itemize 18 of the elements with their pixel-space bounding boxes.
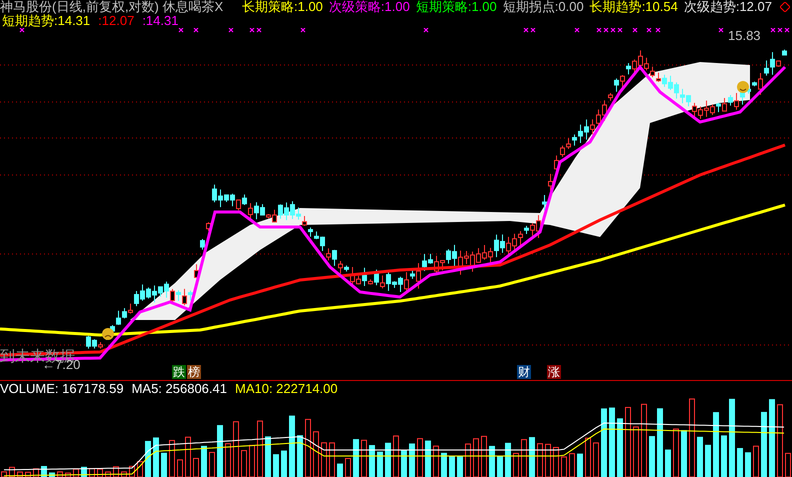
trend-reading: 短期趋势:14.31 bbox=[2, 14, 90, 28]
indicator-reading: 长期策略:1.00 bbox=[242, 0, 323, 14]
volume-reading: MA5: 256806.41 bbox=[132, 382, 227, 396]
badge: 跌 bbox=[172, 365, 186, 379]
indicator-reading: 次级策略:1.00 bbox=[328, 0, 410, 14]
trend-reading: :14.31 bbox=[142, 14, 178, 28]
volume-reading: VOLUME: 167178.59 bbox=[0, 382, 124, 396]
indicator-reading: 短期拐点:0.00 bbox=[502, 0, 584, 14]
price-label: 15.83 bbox=[728, 29, 761, 43]
trend-reading: :12.07 bbox=[98, 14, 134, 28]
badge: 榜 bbox=[187, 365, 201, 379]
indicator-reading: 短期策略:1.00 bbox=[416, 0, 497, 14]
volume-reading: MA10: 222714.00 bbox=[234, 382, 338, 396]
stock-title: 神马股份(日线,前复权,对数) 休息喝茶X bbox=[0, 0, 224, 14]
badge: 财 bbox=[517, 365, 531, 379]
indicator-reading: 次级趋势:12.07 bbox=[684, 0, 772, 14]
badge: 涨 bbox=[547, 365, 561, 379]
indicator-reading: 长期趋势:10.54 bbox=[590, 0, 678, 14]
